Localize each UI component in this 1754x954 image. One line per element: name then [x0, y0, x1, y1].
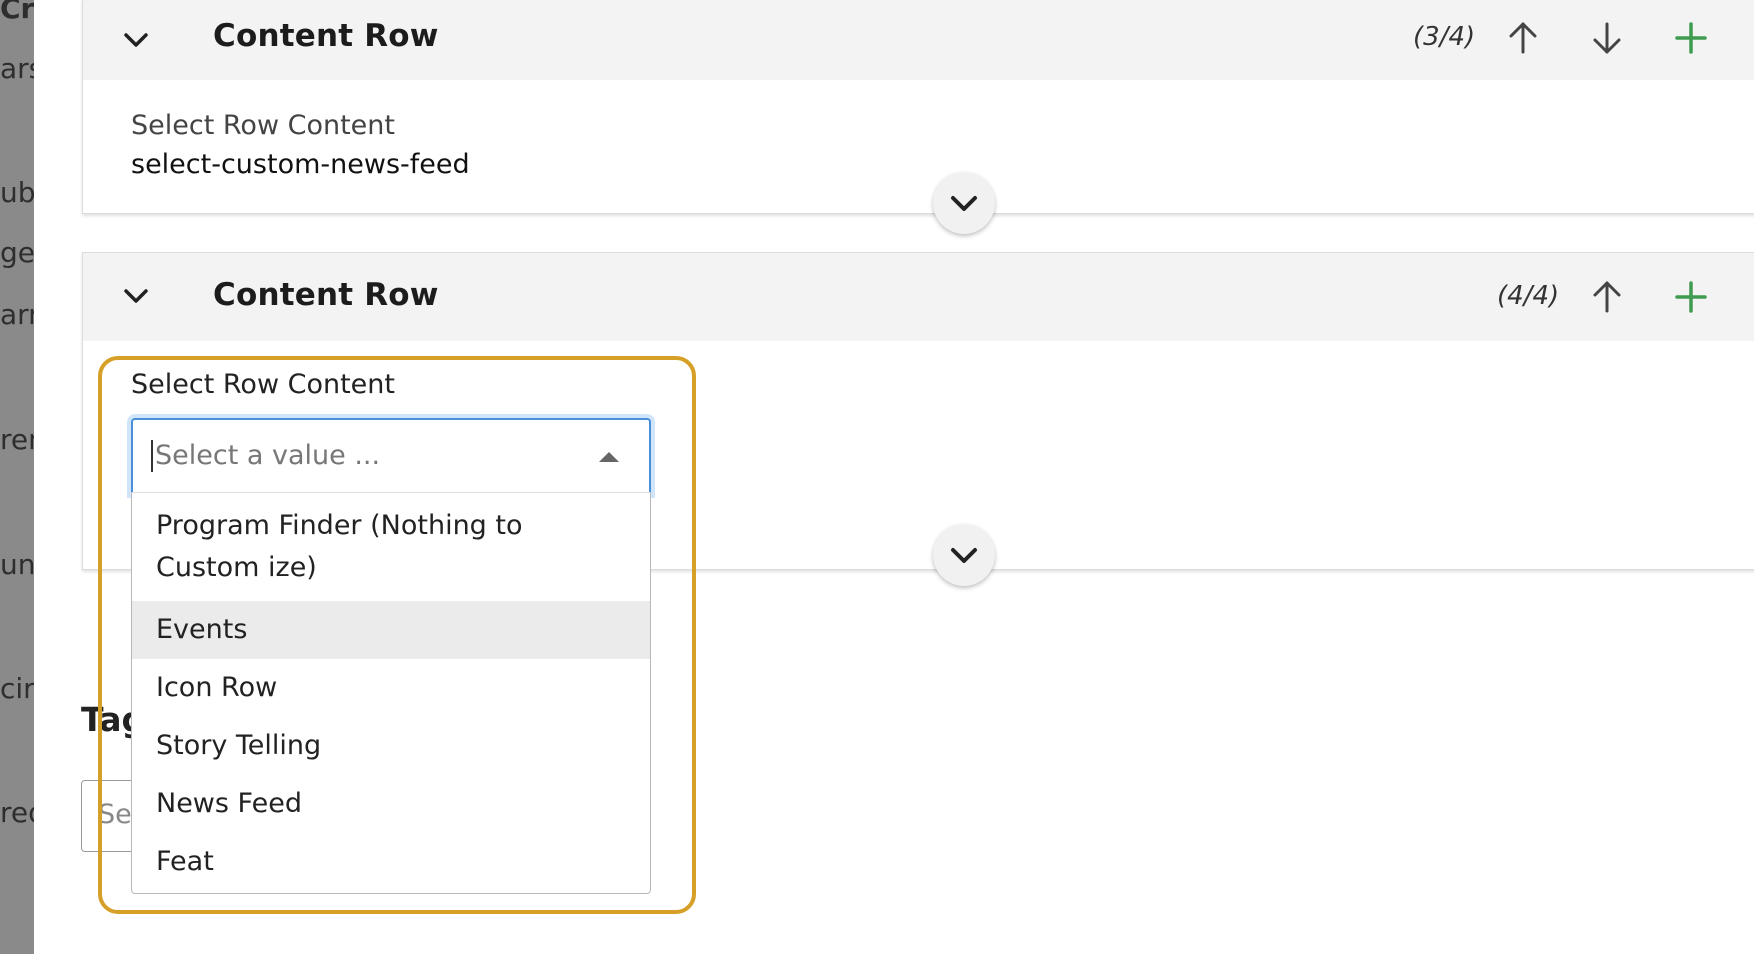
panel-header: Content Row (3/4)	[83, 0, 1754, 80]
row-counter: (3/4)	[1413, 22, 1476, 52]
select-row-content-input[interactable]: Select a value ...	[131, 418, 651, 494]
screen: Cre ars ubl ge arn ren unc cir red Conte…	[0, 0, 1754, 954]
sidebar-fragment: ge	[0, 236, 34, 269]
expand-toggle-button[interactable]	[933, 524, 995, 586]
plus-icon[interactable]	[1671, 18, 1711, 58]
dropdown-option[interactable]: News Feed	[132, 775, 650, 833]
dropdown-option[interactable]: Feat	[132, 833, 650, 891]
sidebar-fragment: arn	[0, 298, 34, 331]
arrow-up-icon[interactable]	[1587, 277, 1627, 317]
chevron-down-icon	[951, 196, 977, 211]
expand-toggle-button[interactable]	[933, 172, 995, 234]
dropdown-option[interactable]: Program Finder (Nothing to Custom ize)	[132, 493, 650, 601]
arrow-down-icon[interactable]	[1587, 18, 1627, 58]
dropdown-option[interactable]: Events	[132, 601, 650, 659]
content-row-panel-3: Content Row (3/4) Select Row Content sel…	[82, 0, 1754, 214]
caret-up-icon[interactable]	[599, 452, 619, 462]
sidebar-fragment: ren	[0, 423, 34, 456]
field-label: Select Row Content	[131, 110, 395, 141]
select-row-content-label: Select Row Content	[131, 369, 395, 400]
chevron-down-icon[interactable]	[121, 281, 151, 311]
sidebar-fragment: ars	[0, 52, 34, 85]
arrow-up-icon[interactable]	[1503, 18, 1543, 58]
dropdown-option[interactable]: Story Telling	[132, 717, 650, 775]
panel-title: Content Row	[213, 18, 439, 54]
dimmed-sidebar: Cre ars ubl ge arn ren unc cir red	[0, 0, 34, 954]
dropdown-option[interactable]: Icon Row	[132, 659, 650, 717]
sidebar-fragment: ubl	[0, 176, 34, 209]
tags-input-placeholder: Se	[98, 799, 132, 830]
chevron-down-icon[interactable]	[121, 25, 151, 55]
panel-header: Content Row (4/4)	[83, 253, 1754, 341]
select-placeholder: Select a value ...	[151, 440, 380, 472]
main-content: Content Row (3/4) Select Row Content sel…	[34, 0, 1754, 954]
panel-body: Select Row Content select-custom-news-fe…	[83, 80, 1754, 180]
sidebar-fragment: cir	[0, 672, 34, 705]
panel-title: Content Row	[213, 277, 439, 313]
chevron-down-icon	[951, 548, 977, 563]
sidebar-fragment: Cre	[0, 0, 34, 25]
sidebar-fragment: red	[0, 796, 34, 829]
row-counter: (4/4)	[1497, 281, 1560, 311]
dropdown-options-list[interactable]: Program Finder (Nothing to Custom ize) E…	[131, 492, 651, 894]
sidebar-fragment: unc	[0, 548, 34, 581]
field-value: select-custom-news-feed	[131, 149, 470, 180]
plus-icon[interactable]	[1671, 277, 1711, 317]
